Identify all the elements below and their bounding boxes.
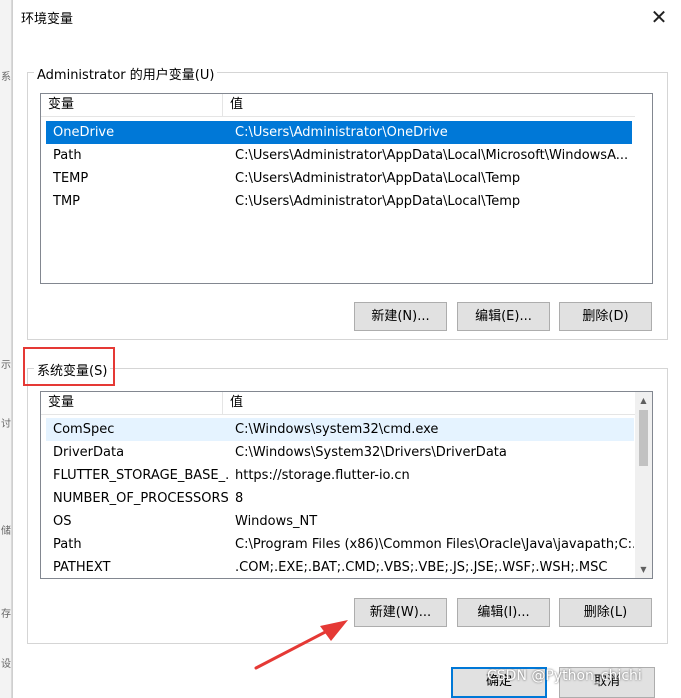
row-name: TMP bbox=[53, 194, 80, 209]
column-header-name[interactable]: 变量 bbox=[41, 392, 223, 415]
row-name: TEMP bbox=[53, 171, 89, 186]
dialog-title: 环境变量 bbox=[21, 12, 74, 27]
background-text: 系 bbox=[1, 72, 11, 83]
user-new-button[interactable]: 新建(N)... bbox=[354, 302, 447, 331]
table-row-path[interactable]: Path C:\Program Files (x86)\Common Files… bbox=[46, 533, 634, 556]
user-variables-list[interactable]: 变量 值 OneDrive C:\Users\Administrator\One… bbox=[40, 93, 653, 284]
column-header-value[interactable]: 值 bbox=[223, 392, 635, 415]
table-row-comspec[interactable]: ComSpec C:\Windows\system32\cmd.exe bbox=[46, 418, 634, 441]
system-edit-button[interactable]: 编辑(I)... bbox=[457, 598, 550, 627]
background-text: 设 bbox=[1, 659, 11, 670]
table-row-path[interactable]: Path C:\Users\Administrator\AppData\Loca… bbox=[46, 144, 632, 167]
column-header-name[interactable]: 变量 bbox=[41, 94, 223, 117]
list-header: 变量 值 bbox=[41, 392, 635, 415]
ok-button[interactable]: 确定 bbox=[451, 667, 547, 698]
system-variables-group: 系统变量(S) 变量 值 ComSpec C:\Windows\system32… bbox=[27, 360, 668, 644]
row-value: .COM;.EXE;.BAT;.CMD;.VBS;.VBE;.JS;.JSE;.… bbox=[235, 560, 608, 575]
scroll-thumb[interactable] bbox=[639, 410, 648, 466]
table-row-flutter-storage[interactable]: FLUTTER_STORAGE_BASE_... https://storage… bbox=[46, 464, 634, 487]
background-text: 储 bbox=[1, 526, 11, 537]
background-window-edge: 系 示 讨 储 存 设 bbox=[0, 0, 12, 698]
system-delete-button[interactable]: 删除(L) bbox=[559, 598, 652, 627]
row-value: Windows_NT bbox=[235, 514, 318, 529]
close-icon[interactable]: ✕ bbox=[647, 6, 671, 30]
background-text: 存 bbox=[1, 609, 11, 620]
row-name: NUMBER_OF_PROCESSORS bbox=[53, 491, 228, 506]
background-text: 示 bbox=[1, 360, 11, 371]
row-name: Path bbox=[53, 148, 82, 163]
user-edit-button[interactable]: 编辑(E)... bbox=[457, 302, 550, 331]
background-text: 讨 bbox=[1, 419, 11, 430]
vertical-scrollbar[interactable]: ▲ ▼ bbox=[635, 392, 652, 578]
column-header-value[interactable]: 值 bbox=[223, 94, 635, 117]
system-variables-list[interactable]: 变量 值 ComSpec C:\Windows\system32\cmd.exe… bbox=[40, 391, 653, 579]
table-row-driverdata[interactable]: DriverData C:\Windows\System32\Drivers\D… bbox=[46, 441, 634, 464]
row-name: Path bbox=[53, 537, 82, 552]
row-value: C:\Windows\System32\Drivers\DriverData bbox=[235, 445, 507, 460]
scroll-up-icon[interactable]: ▲ bbox=[635, 392, 652, 409]
table-row-onedrive[interactable]: OneDrive C:\Users\Administrator\OneDrive bbox=[46, 121, 632, 144]
row-value: C:\Users\Administrator\OneDrive bbox=[235, 125, 448, 140]
row-name: OS bbox=[53, 514, 72, 529]
list-header: 变量 值 bbox=[41, 94, 635, 117]
row-value: C:\Program Files (x86)\Common Files\Orac… bbox=[235, 537, 634, 552]
row-value: 8 bbox=[235, 491, 244, 506]
table-row-tmp[interactable]: TMP C:\Users\Administrator\AppData\Local… bbox=[46, 190, 632, 213]
system-new-button[interactable]: 新建(W)... bbox=[354, 598, 447, 627]
row-value: https://storage.flutter-io.cn bbox=[235, 468, 410, 483]
row-value: C:\Users\Administrator\AppData\Local\Tem… bbox=[235, 194, 521, 209]
row-name: DriverData bbox=[53, 445, 125, 460]
user-rows: OneDrive C:\Users\Administrator\OneDrive… bbox=[46, 121, 632, 213]
table-row-os[interactable]: OS Windows_NT bbox=[46, 510, 634, 533]
user-delete-button[interactable]: 删除(D) bbox=[559, 302, 652, 331]
row-name: OneDrive bbox=[53, 125, 115, 140]
table-row-pathext[interactable]: PATHEXT .COM;.EXE;.BAT;.CMD;.VBS;.VBE;.J… bbox=[46, 556, 634, 578]
user-variables-label: Administrator 的用户变量(U) bbox=[34, 64, 218, 83]
system-rows: ComSpec C:\Windows\system32\cmd.exe Driv… bbox=[46, 418, 634, 578]
annotation-highlight-box bbox=[23, 347, 115, 386]
row-name: FLUTTER_STORAGE_BASE_... bbox=[53, 468, 228, 483]
scroll-down-icon[interactable]: ▼ bbox=[635, 561, 652, 578]
row-value: C:\Users\Administrator\AppData\Local\Tem… bbox=[235, 171, 521, 186]
table-row-number-of-processors[interactable]: NUMBER_OF_PROCESSORS 8 bbox=[46, 487, 634, 510]
user-variables-group: Administrator 的用户变量(U) 变量 值 OneDrive C:\… bbox=[27, 64, 668, 340]
row-name: PATHEXT bbox=[53, 560, 111, 575]
row-value: C:\Windows\system32\cmd.exe bbox=[235, 422, 439, 437]
row-name: ComSpec bbox=[53, 422, 115, 437]
cancel-button[interactable]: 取消 bbox=[559, 667, 655, 698]
row-value: C:\Users\Administrator\AppData\Local\Mic… bbox=[235, 148, 629, 163]
table-row-temp[interactable]: TEMP C:\Users\Administrator\AppData\Loca… bbox=[46, 167, 632, 190]
